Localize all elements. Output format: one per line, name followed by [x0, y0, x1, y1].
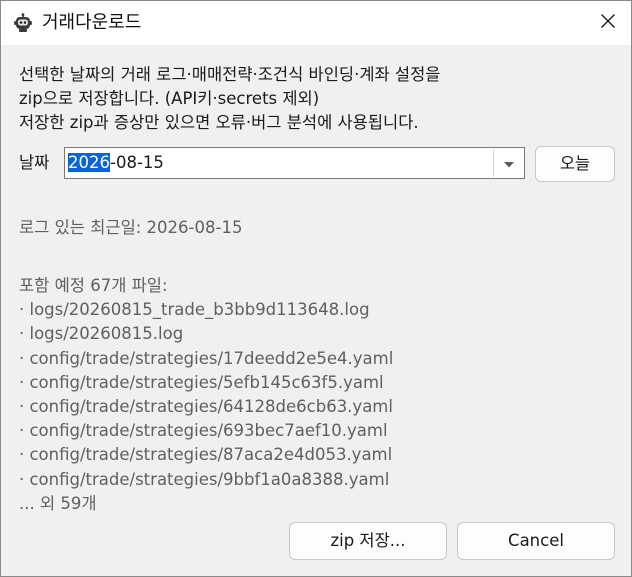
description-line: 저장한 zip과 증상만 있으면 오류·버그 분석에 사용됩니다. [19, 113, 419, 132]
dialog-content: 선택한 날짜의 거래 로그·매매전략·조건식 바인딩·계좌 설정을 zip으로 … [1, 45, 631, 576]
description: 선택한 날짜의 거래 로그·매매전략·조건식 바인딩·계좌 설정을 zip으로 … [19, 63, 619, 135]
list-item: · logs/20260815_trade_b3bb9d113648.log [19, 300, 370, 320]
cancel-button[interactable]: Cancel [457, 522, 615, 560]
chevron-down-icon [503, 154, 515, 173]
list-item: · config/trade/strategies/64128de6cb63.y… [19, 397, 393, 417]
close-button[interactable] [585, 1, 631, 45]
file-list-header: 포함 예정 67개 파일: [19, 276, 168, 295]
list-item: · config/trade/strategies/87aca2e4d053.y… [19, 445, 393, 465]
list-item: · config/trade/strategies/9bbf1a0a8388.y… [19, 469, 390, 489]
window-title: 거래다운로드 [42, 12, 142, 33]
list-item: · config/trade/strategies/5efb145c63f5.y… [19, 372, 384, 392]
today-button[interactable]: 오늘 [535, 146, 615, 182]
date-year-selected: 2026 [68, 153, 110, 172]
file-list: 포함 예정 67개 파일: · logs/20260815_trade_b3bb… [19, 274, 619, 516]
description-line: zip으로 저장합니다. (API키·secrets 제외) [19, 89, 320, 108]
download-dialog: 거래다운로드 선택한 날짜의 거래 로그·매매전략·조건식 바인딩·계좌 설정을… [0, 0, 632, 577]
robot-icon [13, 13, 33, 33]
date-combobox[interactable]: 2026-08-15 [64, 147, 525, 179]
date-dropdown-button[interactable] [494, 148, 524, 178]
date-rest: -08-15 [110, 153, 164, 172]
zip-save-button[interactable]: zip 저장... [289, 522, 447, 560]
list-item: · logs/20260815.log [19, 324, 184, 344]
date-label: 날짜 [19, 153, 50, 172]
list-item: · config/trade/strategies/693bec7aef10.y… [19, 421, 388, 441]
file-list-more: ... 외 59개 [19, 493, 97, 513]
date-input[interactable]: 2026-08-15 [68, 153, 164, 173]
title-bar: 거래다운로드 [1, 1, 631, 45]
recent-log-date: 로그 있는 최근일: 2026-08-15 [19, 218, 243, 237]
close-icon [600, 13, 616, 33]
description-line: 선택한 날짜의 거래 로그·매매전략·조건식 바인딩·계좌 설정을 [19, 65, 441, 84]
list-item: · config/trade/strategies/17deedd2e5e4.y… [19, 348, 394, 368]
